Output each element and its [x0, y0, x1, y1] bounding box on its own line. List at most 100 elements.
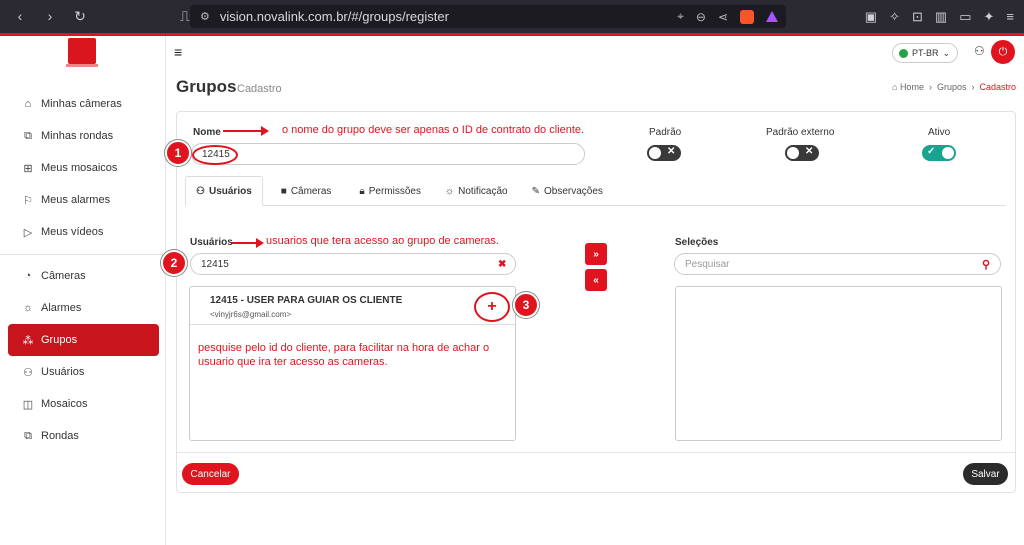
sidebar-item-usuarios[interactable]: ⚇ Usuários: [8, 356, 159, 388]
page-subtitle: Cadastro: [237, 83, 282, 95]
site-settings-icon[interactable]: ⚙: [200, 10, 210, 23]
sidebar-item-minhas-rondas[interactable]: ⧉ Minhas rondas: [8, 120, 159, 152]
tab-usuarios[interactable]: ⚇ Usuários: [185, 176, 263, 206]
brave-rewards-icon[interactable]: [766, 11, 778, 22]
user-icon[interactable]: ⚇: [974, 44, 985, 58]
url-text: vision.novalink.com.br/#/groups/register: [219, 9, 449, 24]
users-search-input[interactable]: 12415: [190, 253, 516, 275]
location-icon[interactable]: ⌖: [677, 9, 684, 24]
toggle-knob: [942, 147, 954, 159]
groups-icon: ⁂: [22, 334, 34, 347]
ativo-toggle[interactable]: ✓: [922, 145, 956, 161]
sidebar-item-alarmes[interactable]: ☼ Alarmes: [8, 292, 159, 324]
search-icon[interactable]: ⚲: [982, 258, 990, 271]
selections-label: Seleções: [675, 237, 719, 248]
move-right-button[interactable]: »: [585, 243, 607, 265]
leo-icon[interactable]: ✦: [984, 9, 995, 25]
sidebar-item-meus-videos[interactable]: ▷ Meus vídeos: [8, 216, 159, 248]
menu-icon[interactable]: ≡: [1006, 9, 1014, 25]
clear-search-icon[interactable]: ✖: [498, 259, 506, 270]
move-left-button[interactable]: «: [585, 269, 607, 291]
selections-list: [675, 286, 1002, 441]
add-user-button[interactable]: +: [474, 292, 510, 322]
padrao-label: Padrão: [649, 127, 682, 138]
list-item[interactable]: 12415 - USER PARA GUIAR OS CLIENTE <viny…: [190, 287, 515, 325]
zoom-icon[interactable]: ⊖: [696, 10, 706, 24]
sidebar-item-rondas[interactable]: ⧉ Rondas: [8, 420, 159, 452]
save-button[interactable]: Salvar: [963, 463, 1008, 485]
download-icon[interactable]: ⊡: [912, 9, 923, 25]
close-icon: ✕: [805, 146, 814, 157]
breadcrumb-home[interactable]: ⌂ Home: [892, 82, 924, 92]
check-icon: ✓: [927, 146, 936, 157]
annotation-name-note: o nome do grupo deve ser apenas o ID de …: [282, 124, 585, 136]
address-bar-icons: ⌖ ⊖ ⋖: [677, 9, 778, 24]
back-icon[interactable]: ‹: [12, 8, 28, 25]
page-title: Grupos: [176, 77, 237, 96]
sidebar-item-mosaicos[interactable]: ◫ Mosaicos: [8, 388, 159, 420]
logout-button[interactable]: ⏻: [991, 40, 1015, 64]
tab-bar: ⚇ Usuários ■ Câmeras 🔒︎ Permissões ☼ Notific…: [185, 176, 1005, 206]
tab-observacoes[interactable]: ✎ Observações: [522, 176, 613, 206]
sidebar-item-meus-mosaicos[interactable]: ⊞ Meus mosaicos: [8, 152, 159, 184]
user-email: <vinyjr6s@gmail.com>: [210, 310, 292, 319]
sidebar-divider: [0, 254, 167, 255]
tab-permissoes[interactable]: 🔒︎ Permissões: [349, 176, 431, 206]
name-input[interactable]: 12415: [191, 143, 585, 165]
sidebar-item-meus-alarmes[interactable]: ⚐ Meus alarmes: [8, 184, 159, 216]
app-header: ≡ PT-BR ⌄ ⚇ ⏻: [166, 36, 1024, 68]
sidebar-item-minhas-cameras[interactable]: ⌂ Minhas câmeras: [8, 88, 159, 120]
browser-toolbar: ‹ › ↻ ⎍ ⚙ vision.novalink.com.br/#/group…: [0, 0, 1024, 33]
reload-icon[interactable]: ↻: [72, 8, 88, 25]
pencil-icon: ✎: [531, 185, 540, 197]
sidebar-menu: ⌂ Minhas câmeras ⧉ Minhas rondas ⊞ Meus mos…: [0, 88, 167, 452]
name-label: Nome: [193, 127, 221, 138]
annotation-badge-2: 2: [161, 250, 187, 276]
siren-icon: ☼: [22, 302, 34, 314]
users-icon: ⚇: [23, 366, 33, 379]
extension-icon[interactable]: ▣: [865, 9, 877, 25]
breadcrumb-separator: ›: [928, 82, 932, 92]
share-icon[interactable]: ⋖: [718, 10, 728, 24]
video-camera-icon: ■: [280, 185, 287, 197]
annotation-badge-3: 3: [513, 292, 539, 318]
wallet-icon[interactable]: ▭: [959, 9, 971, 25]
ativo-label: Ativo: [928, 127, 951, 138]
padrao-externo-toggle[interactable]: ✕: [785, 145, 819, 161]
sidebar-item-grupos[interactable]: ⁂ Grupos: [8, 324, 159, 356]
siren-icon: ☼: [444, 185, 455, 197]
sidebar: ⌂ Minhas câmeras ⧉ Minhas rondas ⊞ Meus mos…: [0, 36, 167, 545]
camera-icon: ◔: [24, 270, 32, 282]
annotation-arrow-name: [223, 126, 269, 136]
breadcrumb-current: Cadastro: [979, 82, 1016, 92]
chevron-down-icon: ⌄: [942, 47, 951, 58]
novalink-logo[interactable]: [68, 38, 96, 64]
tab-cameras[interactable]: ■ Câmeras: [271, 176, 342, 206]
annotation-arrow-users: [232, 238, 264, 248]
mosaic-icon: ◫: [22, 398, 34, 411]
sidebar-item-cameras[interactable]: ◔ Câmeras: [8, 260, 159, 292]
hamburger-icon[interactable]: ≡: [174, 44, 182, 60]
plus-icon: +: [487, 298, 497, 315]
breadcrumb-separator: ›: [971, 82, 975, 92]
brave-shield-icon[interactable]: [740, 9, 754, 24]
tab-notificacao[interactable]: ☼ Notificação: [435, 176, 518, 206]
breadcrumb-grupos[interactable]: Grupos: [937, 82, 967, 92]
rounds-icon: ⧉: [24, 429, 32, 442]
padrao-toggle[interactable]: ✕: [647, 145, 681, 161]
address-bar[interactable]: ⚙ vision.novalink.com.br/#/groups/regist…: [190, 5, 786, 28]
cancel-button[interactable]: Cancelar: [182, 463, 239, 485]
annotation-badge-1: 1: [165, 140, 191, 166]
annotation-users-note: usuarios que tera acesso ao grupo de cam…: [266, 235, 499, 247]
sidebar-toggle-icon[interactable]: ▥: [935, 9, 947, 25]
puzzle-icon[interactable]: ✧: [889, 9, 900, 25]
grid-icon: ⊞: [23, 162, 33, 175]
forward-icon[interactable]: ›: [42, 8, 58, 25]
toggle-knob: [649, 147, 661, 159]
selections-search-input[interactable]: Pesquisar: [674, 253, 1001, 275]
bookmark-icon[interactable]: ⎍: [180, 8, 190, 25]
users-icon: ⚇: [196, 185, 205, 197]
alarm-icon: ⚐: [23, 194, 33, 207]
lock-icon: 🔒︎: [359, 185, 365, 197]
language-selector[interactable]: PT-BR ⌄: [892, 43, 958, 63]
